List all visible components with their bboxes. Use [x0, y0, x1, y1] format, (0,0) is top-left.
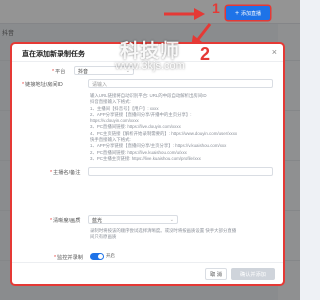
- annotation-arrow-icon: [164, 8, 205, 20]
- streamer-input[interactable]: [88, 167, 273, 176]
- add-live-button[interactable]: + 添加直播: [226, 6, 270, 20]
- toggle-knob: [98, 254, 103, 259]
- watermark-url: www.3kjs.com: [115, 60, 185, 72]
- dialog-footer: 取 消 确认并添加: [12, 262, 283, 284]
- help-line: 3、PC主播主页链接: https://live.kuaishou.com/pr…: [90, 155, 201, 161]
- plus-icon: +: [234, 9, 240, 17]
- help-line: 间只有原画质: [90, 234, 117, 240]
- watermark-text: 科技师: [119, 41, 180, 62]
- cancel-button[interactable]: 取 消: [205, 268, 227, 280]
- autorecord-toggle[interactable]: [90, 253, 104, 260]
- add-task-dialog: 直在添加新录制任务 × *平台 抖音 ⌄ *链接地址/房间ID 请输入 输入UR…: [12, 44, 283, 284]
- quality-help-text: 录制时将按该的顺序尝试选择清晰度。或没时将按画质设置 快手大部分直播 间只有原画…: [90, 228, 236, 241]
- add-live-button-label: 添加直播: [241, 10, 262, 17]
- link-input[interactable]: 请输入: [88, 79, 273, 88]
- streamer-label: *主播名/备注: [50, 170, 81, 176]
- autorecord-toggle-text: 开启: [106, 253, 115, 258]
- chevron-down-icon: ⌄: [169, 217, 174, 223]
- autorecord-label: *监控并录制: [54, 255, 83, 261]
- confirm-add-button[interactable]: 确认并添加: [231, 268, 275, 280]
- link-input-placeholder: 请输入: [92, 82, 108, 88]
- help-line: 1、APP分享链接【直播间分享/主页分享】: https://v.kuaisho…: [90, 143, 227, 149]
- link-help-text: 输入URL链接将自动识别平台: URL的中段自动解析出房间ID 抖音直接输入下格…: [90, 93, 237, 162]
- quality-label: *清晰度/画质: [50, 218, 81, 224]
- quality-select-value: 蓝光: [92, 218, 103, 224]
- link-label: *链接地址/房间ID: [22, 82, 63, 88]
- annotation-marker-1: 1: [212, 0, 220, 16]
- quality-select[interactable]: 蓝光 ⌄: [88, 215, 178, 224]
